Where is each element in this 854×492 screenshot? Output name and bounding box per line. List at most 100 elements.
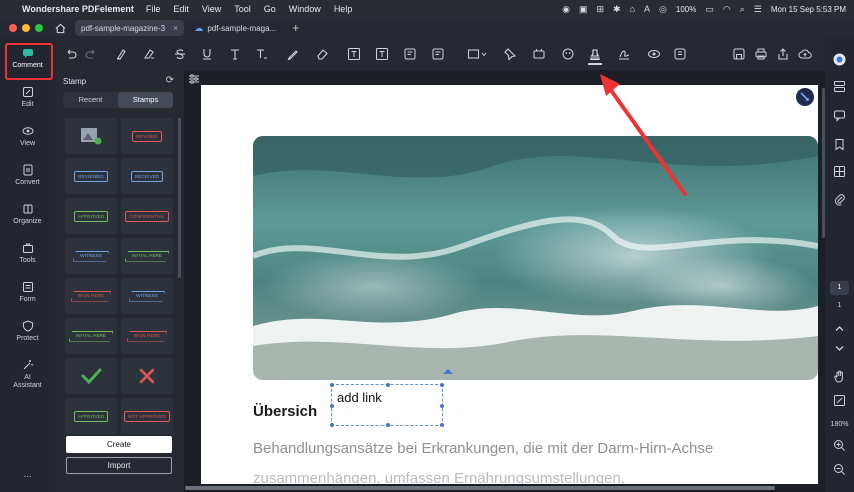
menu-file[interactable]: File: [146, 4, 161, 14]
underline-icon[interactable]: [200, 47, 214, 61]
signature-icon[interactable]: [617, 47, 631, 61]
zoom-window-button[interactable]: [35, 24, 43, 32]
text-icon[interactable]: [228, 47, 242, 61]
link-text-box[interactable]: add link: [330, 383, 444, 427]
stamp-approved[interactable]: APPROVED: [65, 198, 117, 234]
status-app-icon[interactable]: ◉: [562, 4, 570, 15]
rail-item-form[interactable]: Form: [0, 281, 55, 303]
stamp-sign-here[interactable]: SIGN HERE: [65, 278, 117, 314]
rail-item-view[interactable]: View: [0, 125, 55, 147]
resize-handle[interactable]: [330, 404, 334, 408]
attachment-icon[interactable]: [833, 193, 846, 206]
rail-item-organize[interactable]: Organize: [0, 203, 55, 225]
stamp-reviewed[interactable]: REVIEWED: [65, 158, 117, 194]
current-page-input[interactable]: 1: [830, 281, 849, 295]
stamp-initial-here-2[interactable]: INITIAL HERE: [65, 318, 117, 354]
close-window-button[interactable]: [9, 24, 17, 32]
strikethrough-icon[interactable]: [173, 47, 187, 61]
app-name-menu[interactable]: Wondershare PDFelement: [22, 4, 134, 14]
ai-badge-icon[interactable]: [794, 86, 816, 108]
bookmark-panel-icon[interactable]: [833, 138, 846, 151]
resize-handle[interactable]: [440, 404, 444, 408]
tab-document-2[interactable]: ☁ pdf-sample-maga...: [188, 20, 282, 36]
comment-list-icon[interactable]: [673, 47, 687, 61]
resize-handle[interactable]: [330, 383, 334, 387]
link-text[interactable]: add link: [337, 390, 382, 405]
stamp-received[interactable]: RECEIVED: [121, 158, 173, 194]
stamp-witness[interactable]: WITNESS: [65, 238, 117, 274]
tab-stamps[interactable]: Stamps: [118, 92, 173, 108]
area-note-icon[interactable]: [431, 47, 445, 61]
rail-item-edit[interactable]: Edit: [0, 86, 55, 108]
rail-item-protect[interactable]: Protect: [0, 320, 55, 342]
resize-handle[interactable]: [386, 383, 390, 387]
thumbnails-icon[interactable]: [833, 165, 846, 178]
stamp-check[interactable]: [65, 358, 117, 394]
share-icon[interactable]: [776, 47, 790, 61]
menu-edit[interactable]: Edit: [173, 4, 189, 14]
home-icon[interactable]: [53, 21, 67, 35]
stamp-cross[interactable]: [121, 358, 173, 394]
more-options-button[interactable]: ...: [0, 469, 55, 480]
stamp-panel-scrollbar[interactable]: [178, 118, 181, 278]
stamp-witness-2[interactable]: WITNESS: [121, 278, 173, 314]
rail-item-tools[interactable]: Tools: [0, 242, 55, 264]
callout-icon[interactable]: [375, 47, 389, 61]
stamp-confidential[interactable]: CONFIDENTIAL: [121, 198, 173, 234]
create-stamp-button[interactable]: Create: [66, 436, 172, 453]
status-box-icon[interactable]: ▣: [579, 4, 588, 15]
wifi-icon[interactable]: ◠: [723, 4, 731, 15]
area-highlight-icon[interactable]: [142, 47, 156, 61]
import-stamp-button[interactable]: Import: [66, 457, 172, 474]
add-tab-button[interactable]: +: [292, 21, 299, 35]
save-icon[interactable]: [732, 47, 746, 61]
menu-window[interactable]: Window: [289, 4, 321, 14]
zoom-level[interactable]: 180%: [825, 421, 854, 428]
redo-icon[interactable]: [84, 47, 98, 61]
rail-item-convert[interactable]: Convert: [0, 164, 55, 186]
stamp-sign-here-2[interactable]: SIGN HERE: [121, 318, 173, 354]
stamp-custom-image[interactable]: [65, 118, 117, 154]
menu-go[interactable]: Go: [264, 4, 276, 14]
chevron-up-icon[interactable]: [833, 322, 846, 335]
close-tab-icon[interactable]: ×: [173, 23, 178, 33]
print-icon[interactable]: [754, 47, 768, 61]
refresh-icon[interactable]: ⟳: [166, 75, 174, 86]
stamp-revised[interactable]: REVISED: [121, 118, 173, 154]
tab-recent[interactable]: Recent: [63, 92, 118, 108]
input-source-icon[interactable]: A: [644, 4, 650, 14]
shape-dropdown-icon[interactable]: [467, 47, 489, 61]
pin-icon[interactable]: [503, 47, 517, 61]
resize-handle[interactable]: [330, 423, 334, 427]
scroll-thumb[interactable]: [185, 486, 775, 490]
menu-help[interactable]: Help: [334, 4, 353, 14]
pencil-icon[interactable]: [286, 47, 300, 61]
bookmark-icon[interactable]: ⌂: [630, 4, 635, 14]
menu-view[interactable]: View: [202, 4, 221, 14]
resize-handle[interactable]: [440, 423, 444, 427]
properties-icon[interactable]: [833, 80, 846, 93]
zoom-out-icon[interactable]: [833, 463, 846, 476]
undo-icon[interactable]: [64, 47, 78, 61]
record-icon[interactable]: ◎: [659, 4, 667, 15]
typewriter-icon[interactable]: [255, 47, 269, 61]
rail-item-comment[interactable]: Comment: [0, 47, 55, 69]
resize-handle[interactable]: [386, 423, 390, 427]
eraser-icon[interactable]: [315, 47, 329, 61]
horizontal-scrollbar[interactable]: [185, 484, 825, 492]
cloud-upload-icon[interactable]: [798, 47, 812, 61]
comments-panel-icon[interactable]: [833, 109, 846, 122]
ai-chat-icon[interactable]: [833, 53, 846, 66]
control-center-icon[interactable]: ☰: [754, 4, 762, 15]
note-icon[interactable]: [403, 47, 417, 61]
battery-icon[interactable]: ▭: [705, 4, 714, 15]
hide-comments-icon[interactable]: [647, 47, 661, 61]
rail-item-ai-assistant[interactable]: AI Assistant: [0, 359, 55, 390]
stamp-approved-2[interactable]: APPROVED: [65, 398, 117, 434]
status-grid-icon[interactable]: ⊞: [596, 4, 604, 15]
stamp-not-approved[interactable]: NOT APPROVED: [121, 398, 173, 434]
clock[interactable]: Mon 15 Sep 5:53 PM: [771, 5, 846, 14]
sticker-icon[interactable]: [561, 47, 575, 61]
zoom-in-icon[interactable]: [833, 439, 846, 452]
bluetooth-icon[interactable]: ✱: [613, 4, 621, 15]
